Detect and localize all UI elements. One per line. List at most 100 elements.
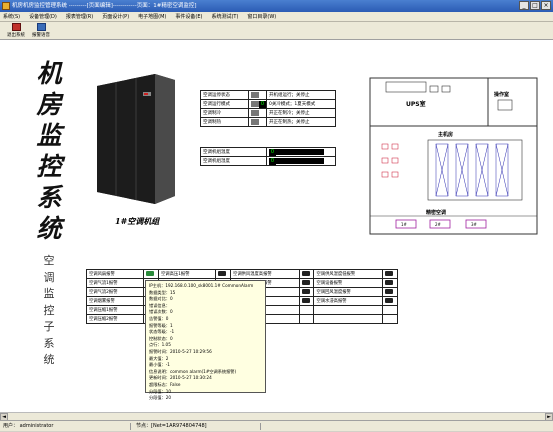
status-divider	[130, 423, 131, 430]
humidity-display: 0	[266, 156, 336, 166]
alarm-indicator[interactable]	[298, 296, 315, 306]
mode-value: 0	[259, 100, 266, 108]
subtitle-char: 监	[43, 287, 55, 300]
alarm-label: 空调气流2报警	[85, 287, 145, 297]
alarm-icon	[301, 280, 310, 285]
alarm-indicator[interactable]	[298, 278, 315, 288]
alarm-icon	[385, 271, 394, 276]
indicator-icon	[251, 118, 259, 125]
menu-device[interactable]: 设备管理(D)	[29, 13, 57, 20]
alarm-indicator[interactable]	[382, 278, 398, 288]
mode-indicator: 0	[248, 99, 267, 109]
title-char: 系	[36, 183, 62, 212]
menu-window[interactable]: 窗口目录(W)	[247, 13, 276, 20]
minimize-button[interactable]: _	[519, 1, 529, 10]
control-status-table: 空调运停状态 开机组运行；关停止 空调运行模式 0 0关冷模式；1夏天模式 空调…	[200, 90, 336, 127]
alarm-indicator	[382, 305, 398, 315]
alarm-indicator[interactable]	[382, 287, 398, 297]
menu-event[interactable]: 事件设备(E)	[175, 13, 202, 20]
row-state-desc: 开正在制热；关停止	[266, 117, 336, 127]
alarm-indicator[interactable]	[215, 269, 232, 279]
status-divider	[260, 423, 261, 430]
alarm-icon	[385, 289, 394, 294]
subtitle-char: 控	[43, 303, 55, 317]
alarm-label: 空调压缩1报警	[85, 305, 145, 315]
tooltip-line: 最大值：2	[149, 355, 169, 361]
row-state-desc: 开正在制冷；关停止	[266, 108, 336, 118]
indicator-icon	[251, 109, 259, 116]
alarm-indicator[interactable]	[382, 269, 398, 279]
alarm-icon	[301, 271, 310, 276]
floorplan-map: UPS室 操作室 主机房 精密空调 1# 2# 3#	[369, 77, 538, 235]
humidity-value: 0	[269, 157, 276, 165]
alarm-label: 空调设备报警	[313, 278, 384, 288]
temperature-table: 空调机组温度 0 空调机组湿度 0	[200, 147, 336, 166]
tooltip-line: 错误信息：	[149, 302, 170, 308]
row-label: 空调运行模式	[200, 99, 249, 109]
tooltip-line: 更新时间：2010-5-27 10:30:24	[149, 375, 212, 381]
status-indicator	[248, 117, 267, 127]
toolbar: 退出系统 报警语音	[0, 22, 553, 40]
menu-system[interactable]: 系统(S)	[3, 13, 20, 20]
menu-map[interactable]: 电子地图(M)	[138, 13, 166, 20]
alarm-label: 空调烟雾报警	[85, 296, 145, 306]
control-row: 空调制冷 开正在制冷；关停止	[200, 108, 336, 118]
menu-report[interactable]: 报表管理(R)	[66, 13, 93, 20]
alarm-indicator	[298, 305, 315, 315]
tooltip-line: 数据对比：0	[149, 296, 173, 302]
alarm-indicator[interactable]	[298, 269, 315, 279]
alarm-voice-button[interactable]: 报警语音	[29, 22, 53, 40]
tooltip-line: 点行：1.05	[149, 342, 171, 348]
window-title: 机房机房监控管理系统 ---------[页面编辑]------------页面…	[12, 3, 197, 9]
control-row: 空调运行模式 0 0关冷模式；1夏天模式	[200, 99, 336, 109]
title-char: 统	[36, 214, 62, 243]
alarm-row: 空调风扇报警 空调高压1报警 空调供风温度高报警 空调供风湿度低报警	[85, 269, 398, 279]
alarm-label: 空调水浸高报警	[313, 296, 384, 306]
tooltip-line: 控制状态：0	[149, 335, 173, 341]
alarm-indicator	[382, 314, 398, 324]
alarm-indicator[interactable]	[143, 269, 160, 279]
control-row: 空调运停状态 开机组运行；关停止	[200, 90, 336, 100]
menu-page-design[interactable]: 页面设计(P)	[102, 13, 129, 20]
title-char: 控	[36, 152, 62, 181]
server-room-label: 主机房	[438, 131, 453, 138]
alarm-active-icon	[146, 271, 155, 276]
row-label: 空调制冷	[200, 108, 249, 118]
operation-room-label: 操作室	[494, 91, 509, 98]
unit-1-label[interactable]: 1#	[401, 222, 408, 227]
indicator-icon	[251, 101, 259, 107]
menu-bar: 系统(S) 设备管理(D) 报表管理(R) 页面设计(P) 电子地图(M) 事件…	[0, 12, 553, 22]
tooltip-line: 信息说明：common alarm(1#空调系统报警)	[149, 368, 237, 374]
exit-system-button[interactable]: 退出系统	[4, 22, 28, 40]
ups-room-label: UPS室	[406, 100, 426, 108]
menu-test[interactable]: 系统测试(T)	[211, 13, 238, 20]
alarm-label: 空调风扇报警	[85, 269, 145, 279]
alarm-indicator[interactable]	[298, 287, 315, 297]
display-box	[276, 158, 324, 164]
title-char: 机	[36, 59, 62, 88]
title-char: 监	[36, 121, 62, 150]
alarm-label: 空调供风温度高报警	[230, 269, 300, 279]
page-title-vertical: 机 房 监 控 系 统	[34, 58, 64, 244]
tooltip-line: 最小值：-1	[149, 362, 170, 368]
horizontal-scrollbar[interactable]: ◄ ►	[0, 412, 553, 421]
row-label: 空调机组温度	[200, 147, 267, 157]
aircon-area-label: 精密空调	[426, 209, 446, 216]
alarm-icon	[301, 298, 310, 303]
control-row: 空调制热 开正在制热；关停止	[200, 117, 336, 127]
alarm-voice-label: 报警语音	[32, 33, 50, 38]
unit-3-label[interactable]: 3#	[471, 222, 478, 227]
subtitle-char: 统	[43, 353, 55, 366]
row-state-desc: 开机组运行；关停止	[266, 90, 336, 100]
unit-2-label[interactable]: 2#	[435, 222, 442, 227]
exit-icon	[11, 23, 21, 31]
aircon-cabinet-image	[97, 74, 175, 204]
subtitle-char: 调	[43, 270, 55, 284]
subtitle-char: 子	[43, 320, 55, 333]
window-controls: _ □ ×	[519, 1, 551, 10]
row-label: 空调制热	[200, 117, 249, 127]
alarm-indicator[interactable]	[382, 296, 398, 306]
close-button[interactable]: ×	[541, 1, 551, 10]
maximize-button[interactable]: □	[530, 1, 540, 10]
indicator-icon	[251, 91, 259, 98]
